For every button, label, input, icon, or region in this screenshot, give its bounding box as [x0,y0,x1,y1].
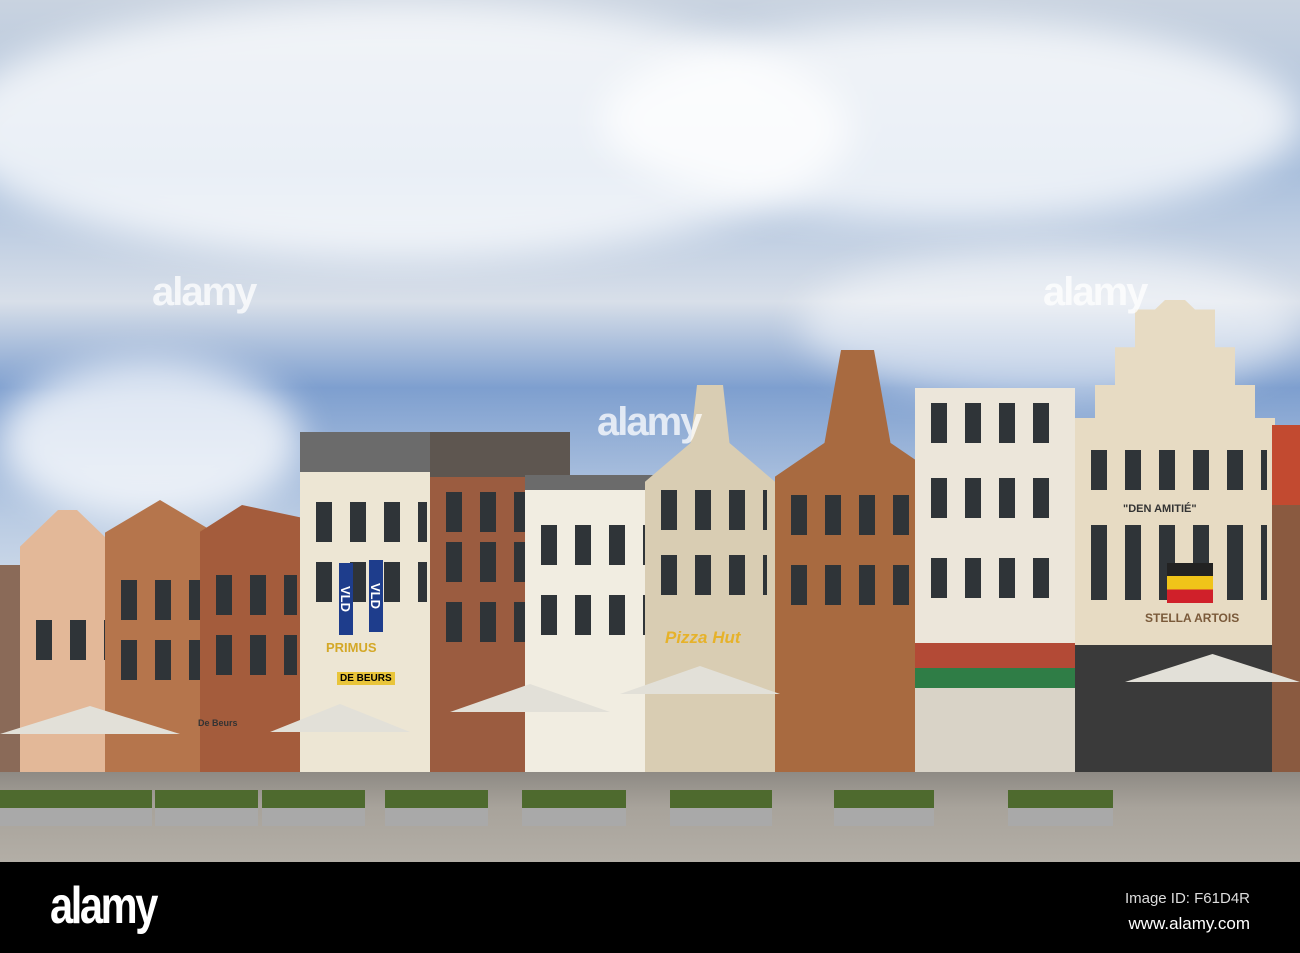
building [525,475,655,772]
planter [262,790,365,826]
vld-banner: VLD [368,560,383,632]
de-beurs-awning: De Beurs [198,718,238,728]
watermark: alamy [597,400,702,444]
site-url: www.alamy.com [1128,914,1250,933]
footer-bar: alamy Image ID: F61D4R www.alamy.com [0,862,1300,953]
planter [155,790,258,826]
stella-artois-sign: STELLA ARTOIS [1145,611,1240,625]
watermark: alamy [1043,270,1148,314]
alamy-logo: alamy [50,877,158,935]
pizza-hut-sign: Pizza Hut [665,628,741,647]
vld-banner: VLD [338,563,353,635]
cloud [0,360,300,520]
image-id: Image ID: F61D4R [1124,890,1250,907]
planter [385,790,488,826]
building [1272,425,1300,772]
den-amitie-sign: "DEN AMITIÉ" [1123,503,1197,515]
planter [52,790,152,826]
de-beurs-sign: DE BEURS [337,672,395,685]
watermark: alamy [152,270,257,314]
belgian-flag [1167,563,1213,603]
cloud [600,20,1300,220]
primus-sign: PRIMUS [326,640,377,655]
planter [1008,790,1113,826]
planter [670,790,772,826]
building [915,388,1075,772]
market-square-photo: VLD VLD PRIMUS DE BEURS De Beurs Pizza H… [0,0,1300,862]
planter [522,790,626,826]
planter [0,790,60,826]
planter [834,790,934,826]
